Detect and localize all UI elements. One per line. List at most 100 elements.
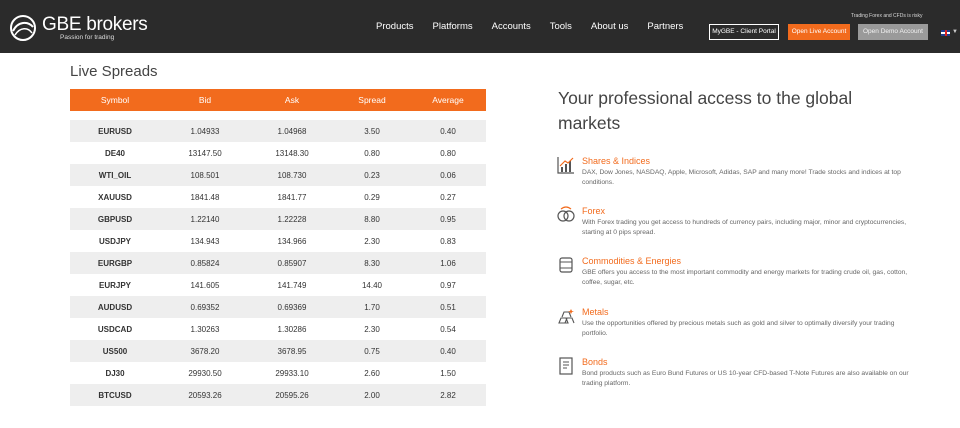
top-navigation-bar: GBE brokers Passion for trading Products… [0, 0, 960, 53]
cell-average: 0.83 [440, 236, 456, 246]
cell-ask: 0.85907 [277, 258, 307, 268]
risk-warning: Trading Forex and CFDs is risky [851, 13, 923, 19]
table-row: WTI_OIL 108.501 108.730 0.23 0.06 [70, 164, 486, 186]
barrels-icon [559, 257, 573, 273]
cell-symbol: WTI_OIL [98, 170, 132, 180]
nav-partners[interactable]: Partners [647, 21, 683, 32]
cell-spread: 2.30 [364, 324, 380, 334]
nav-tools[interactable]: Tools [550, 21, 572, 32]
cell-average: 0.80 [440, 148, 456, 158]
cell-ask: 134.966 [277, 236, 307, 246]
cell-ask: 20595.26 [275, 390, 309, 400]
cell-average: 0.06 [440, 170, 456, 180]
column-header-symbol: Symbol [100, 95, 130, 105]
logo-tagline: Passion for trading [60, 33, 115, 41]
cell-spread: 8.30 [364, 258, 380, 268]
cell-ask: 3678.95 [277, 346, 307, 356]
feature-description: Bond products such as Euro Bund Futures … [582, 370, 909, 387]
cell-average: 2.82 [440, 390, 456, 400]
cell-bid: 1.30263 [190, 324, 220, 334]
table-row: GBPUSD 1.22140 1.22228 8.80 0.95 [70, 208, 486, 230]
cell-spread: 2.60 [364, 368, 380, 378]
cell-symbol: US500 [102, 346, 128, 356]
cell-spread: 2.00 [364, 390, 380, 400]
cell-average: 1.50 [440, 368, 456, 378]
feature-description: Use the opportunities offered by preciou… [582, 320, 895, 337]
cell-spread: 14.40 [361, 280, 383, 290]
open-live-account-button[interactable]: Open Live Account [788, 24, 850, 40]
nav-products[interactable]: Products [376, 21, 414, 32]
promo-headline: Your professional access to the global m… [558, 88, 853, 133]
cell-ask: 13148.30 [275, 148, 309, 158]
column-header-average: Average [432, 95, 464, 105]
feature-description: GBE offers you access to the most import… [582, 269, 908, 286]
logo-name: GBE brokers [42, 13, 148, 35]
feature-description: With Forex trading you get access to hun… [582, 219, 907, 236]
cell-symbol: GBPUSD [97, 214, 133, 224]
cell-ask: 1.04968 [277, 126, 307, 136]
gold-bars-icon [558, 309, 575, 324]
cell-symbol: USDCAD [97, 324, 133, 334]
cell-ask: 1.22228 [277, 214, 307, 224]
live-spreads-table: Symbol Bid Ask Spread Average EURUSD 1.04… [70, 89, 486, 406]
cell-bid: 1841.48 [190, 192, 220, 202]
cell-ask: 0.69369 [277, 302, 307, 312]
cell-average: 0.27 [440, 192, 456, 202]
cell-symbol: DJ30 [105, 368, 125, 378]
nav-accounts[interactable]: Accounts [492, 21, 531, 32]
cell-symbol: USDJPY [98, 236, 131, 246]
open-demo-account-button[interactable]: Open Demo Account [858, 24, 928, 40]
cell-spread: 2.30 [364, 236, 380, 246]
nav-about-us[interactable]: About us [591, 21, 629, 32]
table-row: AUDUSD 0.69352 0.69369 1.70 0.51 [70, 296, 486, 318]
cell-bid: 0.85824 [190, 258, 220, 268]
feature-title[interactable]: Forex [582, 206, 605, 216]
feature-title[interactable]: Bonds [582, 357, 608, 367]
nav-platforms[interactable]: Platforms [433, 21, 473, 32]
cell-symbol: EURJPY [98, 280, 131, 290]
cell-bid: 20593.26 [188, 390, 222, 400]
cell-spread: 0.80 [364, 148, 380, 158]
table-row: EURUSD 1.04933 1.04968 3.50 0.40 [70, 120, 486, 142]
gbe-swirl-logo-icon [10, 15, 36, 41]
cell-bid: 1.04933 [190, 126, 220, 136]
cell-spread: 3.50 [364, 126, 380, 136]
column-header-bid: Bid [198, 95, 212, 105]
feature-title[interactable]: Metals [582, 307, 609, 317]
cell-bid: 3678.20 [190, 346, 220, 356]
chart-icon [557, 157, 574, 174]
cell-symbol: AUDUSD [97, 302, 133, 312]
main-nav: Products Platforms Accounts Tools About … [376, 0, 702, 53]
cell-symbol: XAUUSD [98, 192, 132, 202]
feature-title[interactable]: Commodities & Energies [582, 256, 681, 266]
table-row: EURJPY 141.605 141.749 14.40 0.97 [70, 274, 486, 296]
cell-symbol: EURUSD [98, 126, 132, 136]
cell-ask: 29933.10 [275, 368, 309, 378]
feature-title[interactable]: Shares & Indices [582, 156, 650, 166]
cell-ask: 1.30286 [277, 324, 307, 334]
table-row: DJ30 29930.50 29933.10 2.60 1.50 [70, 362, 486, 384]
cell-ask: 141.749 [277, 280, 307, 290]
cell-spread: 0.29 [364, 192, 380, 202]
table-row: XAUUSD 1841.48 1841.77 0.29 0.27 [70, 186, 486, 208]
cell-average: 0.40 [440, 346, 456, 356]
cell-ask: 1841.77 [277, 192, 307, 202]
logo[interactable]: GBE brokers Passion for trading [8, 12, 148, 44]
client-portal-button[interactable]: MyGBE - Client Portal [709, 24, 779, 40]
cell-spread: 0.75 [364, 346, 380, 356]
uk-flag-icon[interactable] [941, 30, 950, 36]
cell-symbol: BTCUSD [98, 390, 132, 400]
cell-bid: 1.22140 [190, 214, 220, 224]
chevron-down-icon[interactable]: ▼ [952, 29, 958, 35]
table-row: USDJPY 134.943 134.966 2.30 0.83 [70, 230, 486, 252]
cell-bid: 0.69352 [190, 302, 220, 312]
cell-symbol: EURGBP [97, 258, 133, 268]
cell-ask: 108.730 [277, 170, 307, 180]
table-body: EURUSD 1.04933 1.04968 3.50 0.40 DE40 13147.50… [70, 120, 486, 406]
live-spreads-title: Live Spreads [70, 63, 158, 80]
cell-average: 0.95 [440, 214, 456, 224]
cell-bid: 108.501 [190, 170, 220, 180]
table-row: US500 3678.20 3678.95 0.75 0.40 [70, 340, 486, 362]
cell-average: 1.06 [440, 258, 456, 268]
currency-exchange-icon [557, 206, 575, 222]
